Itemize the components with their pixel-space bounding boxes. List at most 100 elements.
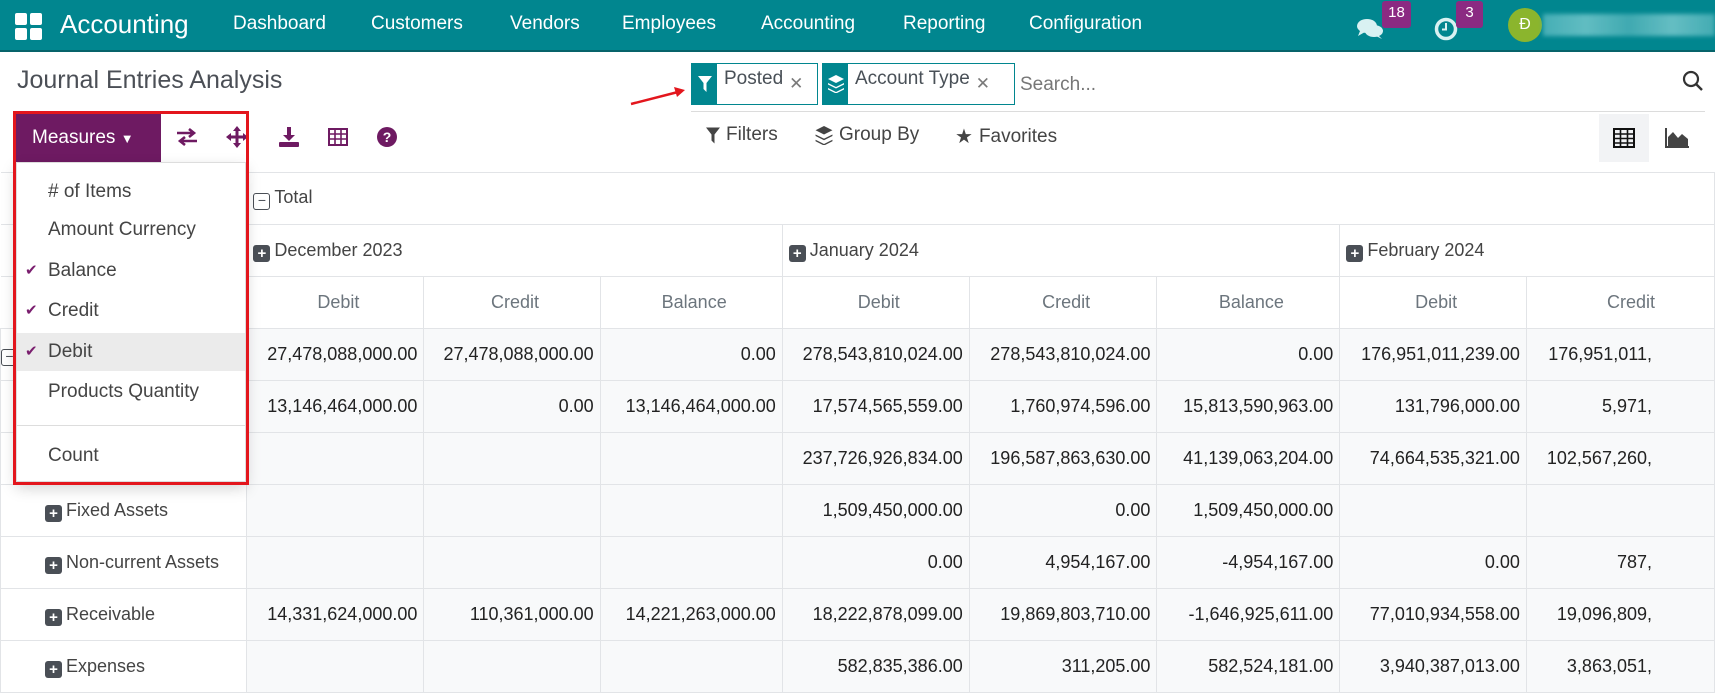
nav-employees[interactable]: Employees: [622, 0, 716, 48]
pivot-cell[interactable]: 582,835,386.00: [781, 640, 970, 693]
pivot-cell[interactable]: 27,478,088,000.00: [246, 328, 425, 381]
pivot-cell[interactable]: [246, 432, 425, 485]
pivot-cell[interactable]: 176,951,011,: [1525, 328, 1715, 381]
pivot-cell[interactable]: 14,331,624,000.00: [246, 588, 425, 641]
help-icon[interactable]: ?: [374, 124, 400, 150]
group-by-button[interactable]: Group By: [815, 124, 919, 146]
pivot-cell[interactable]: 3,940,387,013.00: [1339, 640, 1527, 693]
expand-all-icon[interactable]: [224, 124, 250, 150]
measure-option[interactable]: # of Items: [17, 173, 245, 211]
pivot-cell[interactable]: [423, 536, 601, 589]
user-name-blurred[interactable]: [1543, 14, 1715, 36]
header-total[interactable]: − Total: [246, 172, 1715, 225]
graph-view-button[interactable]: [1652, 114, 1702, 162]
pivot-cell[interactable]: 15,813,590,963.00: [1156, 380, 1341, 433]
pivot-cell[interactable]: 176,951,011,239.00: [1339, 328, 1527, 381]
remove-facet-icon[interactable]: ✕: [976, 64, 996, 94]
pivot-cell[interactable]: -1,646,925,611.00: [1156, 588, 1341, 641]
pivot-cell[interactable]: 0.00: [423, 380, 601, 433]
nav-vendors[interactable]: Vendors: [510, 0, 580, 48]
flip-axis-icon[interactable]: [174, 124, 200, 150]
pivot-cell[interactable]: 5,971,: [1525, 380, 1715, 433]
measure-header[interactable]: Debit: [781, 276, 970, 329]
measure-header[interactable]: Debit: [246, 276, 425, 329]
filters-button[interactable]: Filters: [706, 124, 778, 146]
pivot-cell[interactable]: 278,543,810,024.00: [968, 328, 1158, 381]
nav-reporting[interactable]: Reporting: [903, 0, 985, 48]
search-icon[interactable]: [1682, 70, 1704, 97]
pivot-cell[interactable]: 3,863,051,: [1525, 640, 1715, 693]
pivot-cell[interactable]: -4,954,167.00: [1156, 536, 1341, 589]
pivot-cell[interactable]: 14,221,263,000.00: [599, 588, 783, 641]
row-header[interactable]: + Receivable: [0, 588, 248, 641]
pivot-cell[interactable]: [246, 484, 425, 537]
app-menu-icon[interactable]: [15, 11, 42, 59]
measure-header[interactable]: Balance: [599, 276, 783, 329]
search-input[interactable]: [1020, 66, 1670, 104]
pivot-cell[interactable]: 17,574,565,559.00: [781, 380, 970, 433]
measure-option[interactable]: ✔ Balance: [17, 252, 245, 290]
pivot-cell[interactable]: 1,760,974,596.00: [968, 380, 1158, 433]
measure-option[interactable]: Amount Currency: [17, 211, 245, 249]
measure-option[interactable]: ✔ Debit: [17, 333, 245, 371]
pivot-cell[interactable]: 13,146,464,000.00: [246, 380, 425, 433]
row-header[interactable]: + Non-current Assets: [0, 536, 248, 589]
nav-configuration[interactable]: Configuration: [1029, 0, 1142, 48]
pivot-cell[interactable]: 27,478,088,000.00: [423, 328, 601, 381]
facet-posted[interactable]: Posted ✕: [691, 63, 818, 105]
header-month[interactable]: + December 2023: [246, 224, 783, 277]
pivot-cell[interactable]: 1,509,450,000.00: [1156, 484, 1341, 537]
nav-customers[interactable]: Customers: [371, 0, 463, 48]
pivot-cell[interactable]: [1525, 484, 1715, 537]
header-month[interactable]: + January 2024: [781, 224, 1341, 277]
pivot-cell[interactable]: 582,524,181.00: [1156, 640, 1341, 693]
pivot-cell[interactable]: [599, 432, 783, 485]
header-month[interactable]: + February 2024: [1339, 224, 1715, 277]
pivot-cell[interactable]: 77,010,934,558.00: [1339, 588, 1527, 641]
row-header[interactable]: + Expenses: [0, 640, 248, 693]
pivot-cell[interactable]: 237,726,926,834.00: [781, 432, 970, 485]
pivot-cell[interactable]: [599, 640, 783, 693]
measure-header[interactable]: Credit: [423, 276, 601, 329]
pivot-cell[interactable]: [423, 484, 601, 537]
app-brand[interactable]: Accounting: [60, 0, 189, 48]
pivot-cell[interactable]: [246, 640, 425, 693]
pivot-cell[interactable]: 1,509,450,000.00: [781, 484, 970, 537]
pivot-cell[interactable]: 0.00: [1339, 536, 1527, 589]
facet-account-type[interactable]: Account Type ✕: [822, 63, 1015, 105]
pivot-cell[interactable]: 311,205.00: [968, 640, 1158, 693]
measure-option[interactable]: Products Quantity: [17, 373, 245, 411]
measure-header[interactable]: Balance: [1156, 276, 1341, 329]
user-avatar[interactable]: Đ: [1508, 8, 1542, 42]
pivot-cell[interactable]: 278,543,810,024.00: [781, 328, 970, 381]
nav-dashboard[interactable]: Dashboard: [233, 0, 326, 48]
pivot-cell[interactable]: 196,587,863,630.00: [968, 432, 1158, 485]
pivot-cell[interactable]: [423, 432, 601, 485]
pivot-cell[interactable]: 0.00: [968, 484, 1158, 537]
pivot-cell[interactable]: 0.00: [1156, 328, 1341, 381]
pivot-cell[interactable]: [423, 640, 601, 693]
pivot-cell[interactable]: 18,222,878,099.00: [781, 588, 970, 641]
chat-icon[interactable]: [1356, 12, 1384, 60]
download-icon[interactable]: [276, 124, 302, 150]
pivot-cell[interactable]: 19,096,809,: [1525, 588, 1715, 641]
nav-accounting[interactable]: Accounting: [761, 0, 855, 48]
pivot-cell[interactable]: [1339, 484, 1527, 537]
pivot-cell[interactable]: 19,869,803,710.00: [968, 588, 1158, 641]
pivot-view-button[interactable]: [1599, 114, 1649, 162]
pivot-cell[interactable]: 41,139,063,204.00: [1156, 432, 1341, 485]
pivot-cell[interactable]: [599, 536, 783, 589]
pivot-cell[interactable]: [599, 484, 783, 537]
pivot-cell[interactable]: 4,954,167.00: [968, 536, 1158, 589]
pivot-cell[interactable]: 13,146,464,000.00: [599, 380, 783, 433]
measures-button[interactable]: Measures ▼: [16, 114, 161, 162]
remove-facet-icon[interactable]: ✕: [789, 64, 809, 94]
favorites-button[interactable]: ★ Favorites: [955, 124, 1057, 149]
pivot-cell[interactable]: 0.00: [781, 536, 970, 589]
activity-clock-icon[interactable]: [1434, 12, 1458, 60]
pivot-cell[interactable]: 74,664,535,321.00: [1339, 432, 1527, 485]
pivot-cell[interactable]: 787,: [1525, 536, 1715, 589]
measure-option-count[interactable]: Count: [17, 437, 245, 475]
pivot-cell[interactable]: 131,796,000.00: [1339, 380, 1527, 433]
pivot-cell[interactable]: 110,361,000.00: [423, 588, 601, 641]
